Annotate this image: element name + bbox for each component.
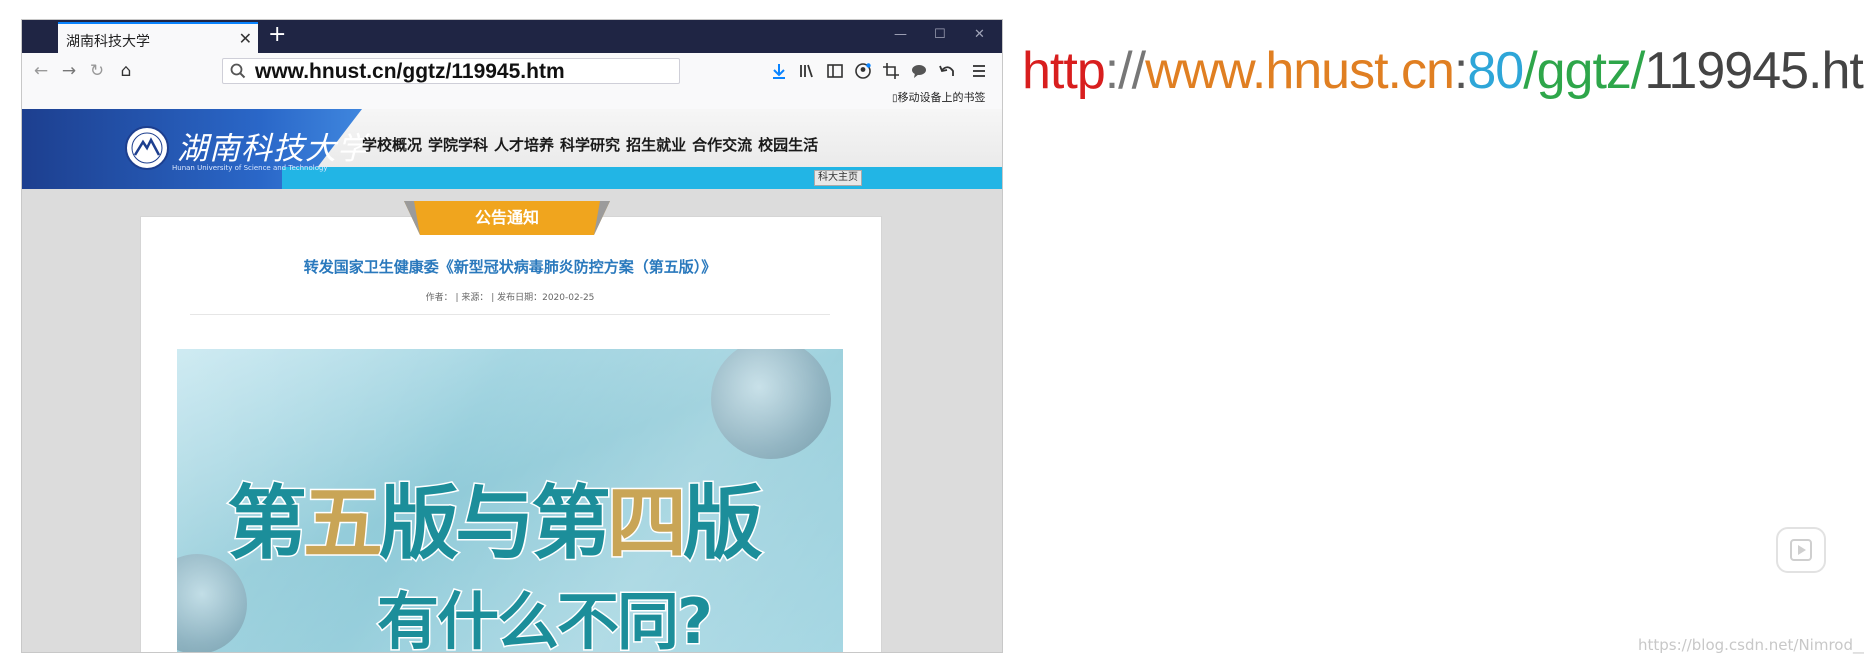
tab-title: 湖南科技大学	[66, 34, 150, 50]
play-icon	[1790, 539, 1812, 561]
main-nav: 学校概况 学院学科 人才培养 科学研究 招生就业 合作交流 校园生活	[362, 134, 818, 155]
url-breakdown: http://www.hnust.cn:80/ggtz/119945.htm	[1022, 38, 1864, 104]
homepage-link[interactable]: 科大主页	[814, 170, 862, 186]
forward-button[interactable]: →	[58, 60, 80, 82]
site-header: 湖南科技大学 Hunan University of Science and T…	[22, 109, 1002, 189]
play-button[interactable]	[1776, 527, 1826, 573]
article-meta: 作者： | 来源： | 发布日期：2020-02-25	[425, 293, 595, 303]
url-port: 80	[1467, 42, 1524, 100]
poster-text: 第	[226, 476, 309, 572]
web-page: 湖南科技大学 Hunan University of Science and T…	[22, 109, 1002, 652]
minimize-button[interactable]: —	[894, 27, 907, 42]
undo-icon[interactable]	[938, 62, 956, 80]
nav-item-research[interactable]: 科学研究	[560, 134, 620, 155]
school-name-logo[interactable]: 湖南科技大学	[177, 123, 369, 168]
url-host: www.hnust.cn	[1145, 42, 1455, 100]
new-tab-button[interactable]: +	[268, 22, 286, 47]
sidebar-icon[interactable]	[826, 62, 844, 80]
nav-item-education[interactable]: 人才培养	[494, 134, 554, 155]
download-icon[interactable]	[770, 62, 788, 80]
close-window-button[interactable]: ✕	[974, 27, 985, 42]
chat-icon[interactable]	[910, 62, 928, 80]
bookmarks-toolbar	[22, 89, 1002, 109]
account-icon[interactable]	[854, 62, 872, 80]
address-bar[interactable]: www.hnust.cn/ggtz/119945.htm	[222, 58, 680, 84]
home-button[interactable]: ⌂	[115, 60, 137, 82]
article-poster-image: 第五版与第四版 有什么不同?	[177, 349, 843, 652]
navigation-toolbar: ← → ↻ ⌂ www.hnust.cn/ggtz/119945.htm	[22, 53, 1002, 89]
poster-headline: 第五版与第四版	[226, 459, 765, 575]
back-button[interactable]: ←	[30, 60, 52, 82]
mobile-bookmarks-link[interactable]: ▯移动设备上的书签	[892, 89, 986, 109]
address-text[interactable]: www.hnust.cn/ggtz/119945.htm	[255, 59, 565, 85]
school-emblem-icon[interactable]	[124, 125, 170, 171]
library-icon[interactable]	[798, 62, 816, 80]
nav-item-campus-life[interactable]: 校园生活	[758, 134, 818, 155]
article-title: 转发国家卫生健康委《新型冠状病毒肺炎防控方案（第五版）》	[303, 258, 717, 276]
poster-text: 版与第	[378, 476, 613, 572]
url-protocol: http	[1022, 42, 1106, 100]
url-port-separator: :	[1453, 42, 1468, 100]
poster-highlight: 五	[302, 476, 385, 572]
nav-item-cooperation[interactable]: 合作交流	[692, 134, 752, 155]
poster-subheadline: 有什么不同?	[376, 584, 715, 653]
maximize-button[interactable]: ☐	[934, 27, 946, 42]
menu-icon[interactable]	[970, 62, 988, 80]
tab-active[interactable]: 湖南科技大学 ✕	[58, 22, 258, 53]
url-separator: ://	[1104, 42, 1146, 100]
header-strip	[282, 167, 1002, 189]
section-tab-label: 公告通知	[474, 208, 539, 227]
divider	[190, 314, 830, 315]
screenshot-icon[interactable]	[882, 62, 900, 80]
search-icon	[230, 63, 246, 79]
browser-window: 湖南科技大学 ✕ + — ☐ ✕ ← → ↻ ⌂ www.hnust.cn/gg…	[22, 20, 1002, 652]
school-name-en: Hunan University of Science and Technolo…	[172, 164, 328, 172]
nav-item-colleges[interactable]: 学院学科	[428, 134, 488, 155]
reload-button[interactable]: ↻	[86, 60, 108, 82]
nav-item-about[interactable]: 学校概况	[362, 134, 422, 155]
mobile-bookmarks-label: 移动设备上的书签	[897, 91, 986, 104]
poster-text: 版	[682, 476, 765, 572]
poster-highlight: 四	[606, 476, 689, 572]
url-path: /ggtz/	[1523, 42, 1645, 100]
url-file: 119945.htm	[1644, 42, 1864, 100]
watermark-text: https://blog.csdn.net/Nimrod__	[1638, 636, 1864, 654]
tab-close-icon[interactable]: ✕	[239, 29, 252, 48]
nav-item-admissions[interactable]: 招生就业	[626, 134, 686, 155]
tab-strip: 湖南科技大学 ✕ + — ☐ ✕	[22, 20, 1002, 53]
